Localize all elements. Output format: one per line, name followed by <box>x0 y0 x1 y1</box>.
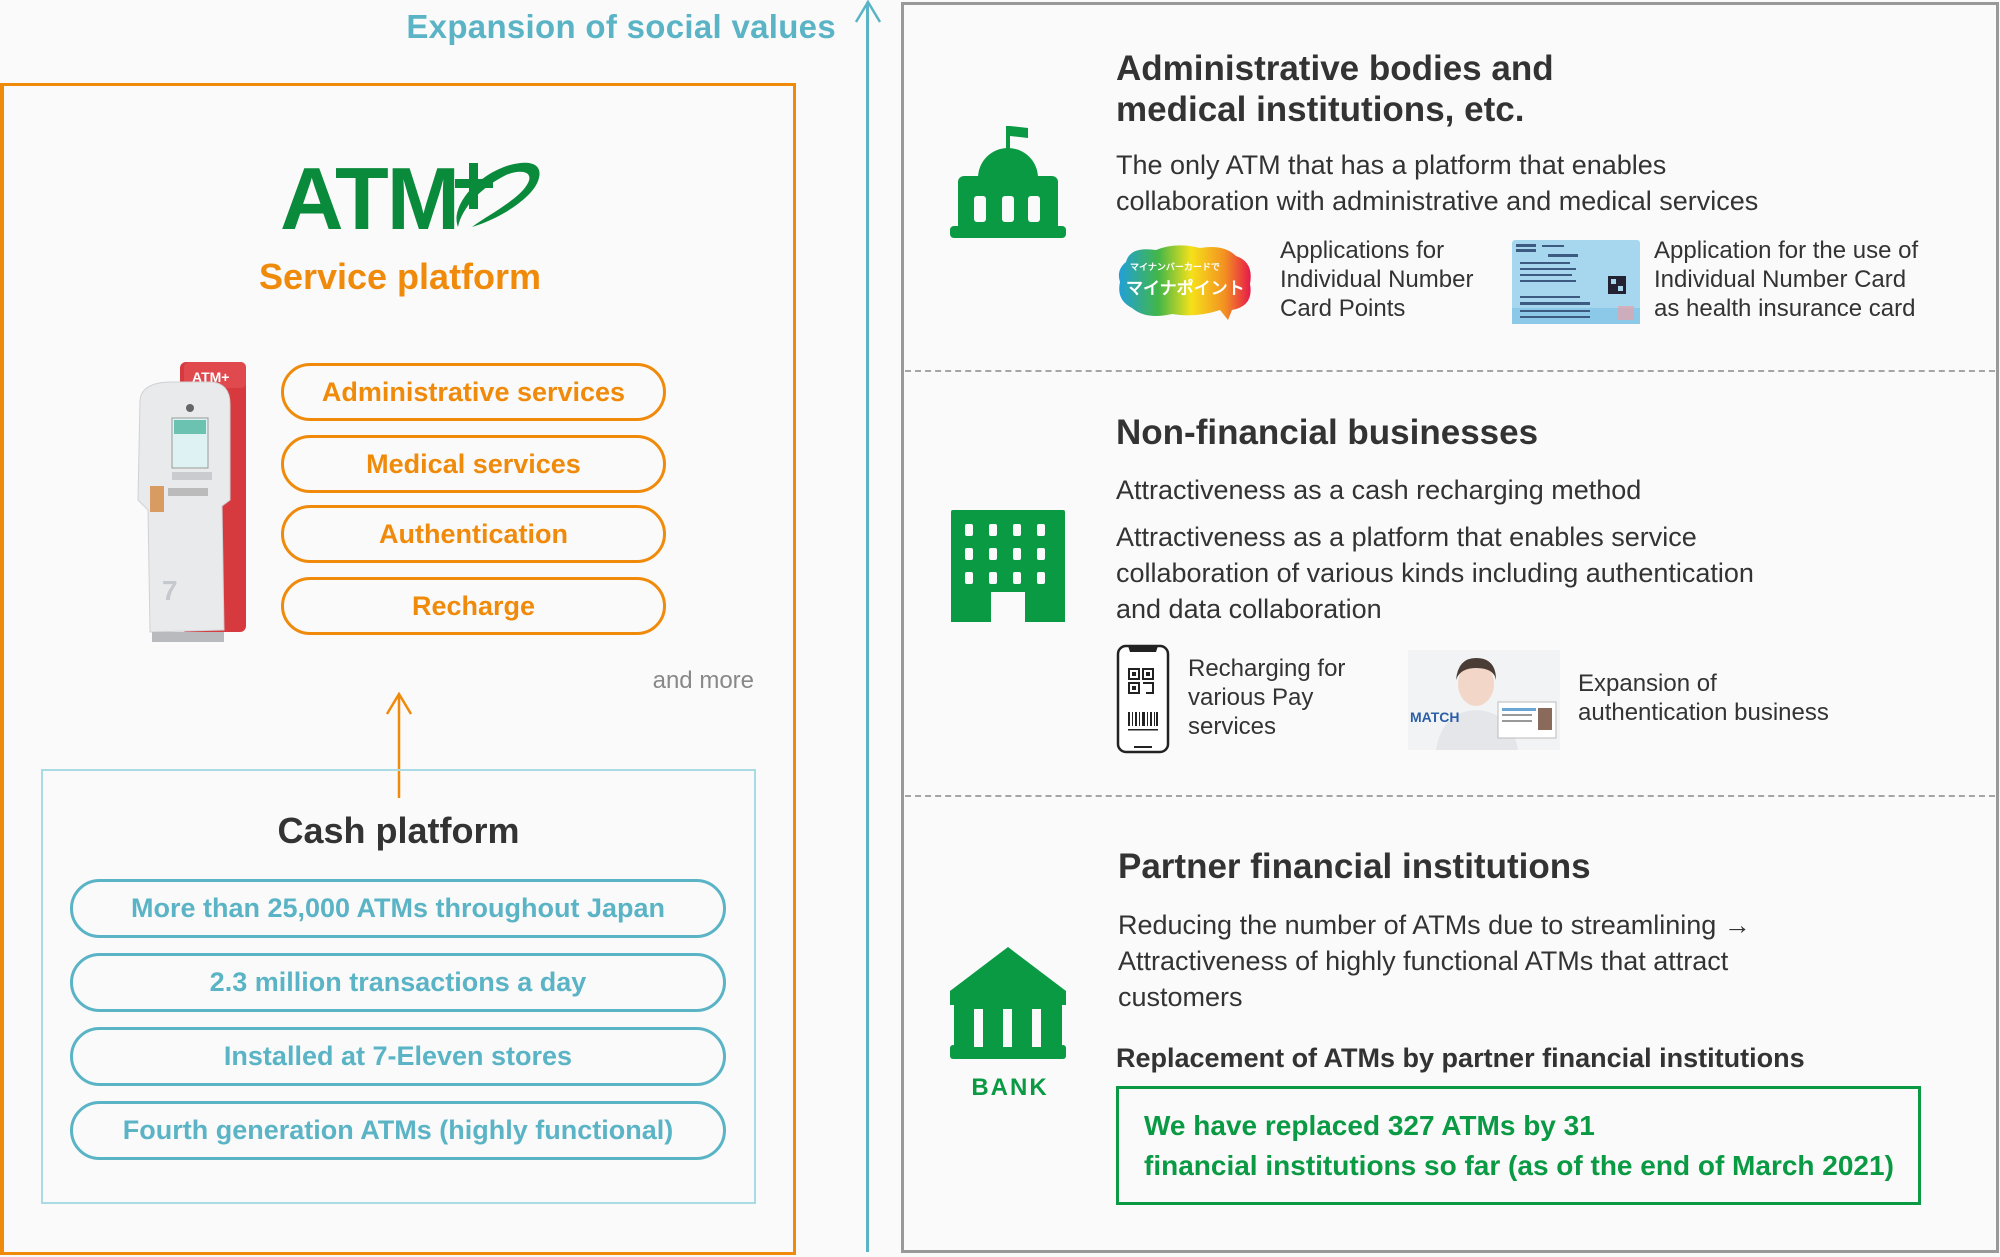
and-more-label: and more <box>652 667 754 694</box>
section-body-platform: Attractiveness as a platform that enable… <box>1116 519 1754 627</box>
recharging-caption: Recharging for various Pay services <box>1188 654 1345 741</box>
mynapoint-logo: マイナンバーカードで マイナポイント <box>1118 245 1251 320</box>
caption-line: Recharging for <box>1188 655 1346 682</box>
caption-line: Individual Number Card <box>1654 266 1907 293</box>
caption-line: Expansion of <box>1578 670 1717 697</box>
section-title-partner-financial: Partner financial institutions <box>1118 847 1591 886</box>
health-insurance-card-image <box>1512 240 1640 324</box>
highlight-line: financial institutions so far (as of the… <box>1144 1150 1894 1181</box>
government-building-icon <box>950 126 1066 238</box>
match-label: MATCH <box>1410 709 1460 725</box>
highlight-line: We have replaced 327 ATMs by 31 <box>1144 1110 1595 1141</box>
up-arrow-icon <box>854 0 882 23</box>
cash-fact-pill: Fourth generation ATMs (highly functiona… <box>70 1101 726 1160</box>
axis-line <box>866 2 869 1252</box>
section-title-administrative: Administrative bodies and medical instit… <box>1116 48 1554 130</box>
title-line: medical institutions, etc. <box>1116 90 1525 129</box>
section-body-administrative: The only ATM that has a platform that en… <box>1116 147 1758 219</box>
authentication-photo: MATCH <box>1408 650 1560 750</box>
replacement-highlight-text: We have replaced 327 ATMs by 31 financia… <box>1144 1106 1894 1186</box>
mynapoint-caption: Applications for Individual Number Card … <box>1280 236 1473 323</box>
cash-fact-pill: Installed at 7-Eleven stores <box>70 1027 726 1086</box>
cash-platform-title: Cash platform <box>277 810 520 851</box>
body-line: Attractiveness as a platform that enable… <box>1116 522 1697 552</box>
bank-icon <box>950 947 1066 1059</box>
authentication-caption: Expansion of authentication business <box>1578 669 1829 727</box>
body-line: collaboration with administrative and me… <box>1116 186 1759 216</box>
office-building-icon <box>951 510 1065 622</box>
caption-line: as health insurance card <box>1654 295 1916 322</box>
caption-line: Applications for <box>1280 237 1445 264</box>
section-divider <box>905 795 1995 797</box>
section-divider <box>905 370 1995 372</box>
body-line: customers <box>1118 982 1243 1012</box>
cash-fact-pill: 2.3 million transactions a day <box>70 953 726 1012</box>
health-card-caption: Application for the use of Individual Nu… <box>1654 236 1918 323</box>
svg-text:7: 7 <box>162 575 178 606</box>
service-pill-authentication: Authentication <box>281 505 666 563</box>
body-line: The only ATM that has a platform that en… <box>1116 150 1667 180</box>
body-line: Reducing the number of ATMs due to strea… <box>1118 910 1751 940</box>
service-pill-administrative: Administrative services <box>281 363 666 421</box>
service-pill-medical: Medical services <box>281 435 666 493</box>
mynapoint-text-small: マイナンバーカードで <box>1130 262 1220 273</box>
smartphone-qr-icon <box>1116 644 1170 754</box>
caption-line: various Pay <box>1188 684 1314 711</box>
caption-line: Card Points <box>1280 295 1406 322</box>
plus-swoosh-icon <box>455 162 540 227</box>
body-line: Attractiveness of highly functional ATMs… <box>1118 946 1729 976</box>
section-body-recharging: Attractiveness as a cash recharging meth… <box>1116 475 1642 505</box>
title-line: Administrative bodies and <box>1116 49 1554 88</box>
replacement-subheading: Replacement of ATMs by partner financial… <box>1116 1043 1805 1073</box>
caption-line: Application for the use of <box>1654 237 1919 264</box>
caption-line: services <box>1188 713 1277 740</box>
mynapoint-text-large: マイナポイント <box>1126 278 1245 299</box>
axis-title: Expansion of social values <box>406 8 836 45</box>
body-line: collaboration of various kinds including… <box>1116 558 1754 588</box>
atm-logo-text: ATM <box>280 149 460 248</box>
body-line: and data collaboration <box>1116 594 1382 624</box>
caption-line: Individual Number <box>1280 266 1474 293</box>
cash-fact-pill: More than 25,000 ATMs throughout Japan <box>70 879 726 938</box>
caption-line: authentication business <box>1578 699 1829 726</box>
atm-plus-logo: ATM <box>280 149 545 248</box>
service-pill-recharge: Recharge <box>281 577 666 635</box>
section-title-non-financial: Non-financial businesses <box>1116 413 1539 452</box>
service-platform-title: Service platform <box>258 256 542 297</box>
section-body-partner: Reducing the number of ATMs due to strea… <box>1118 907 1751 1015</box>
bank-label: BANK <box>971 1074 1049 1101</box>
atm-machine-image: ATM+ 7 <box>137 362 246 642</box>
